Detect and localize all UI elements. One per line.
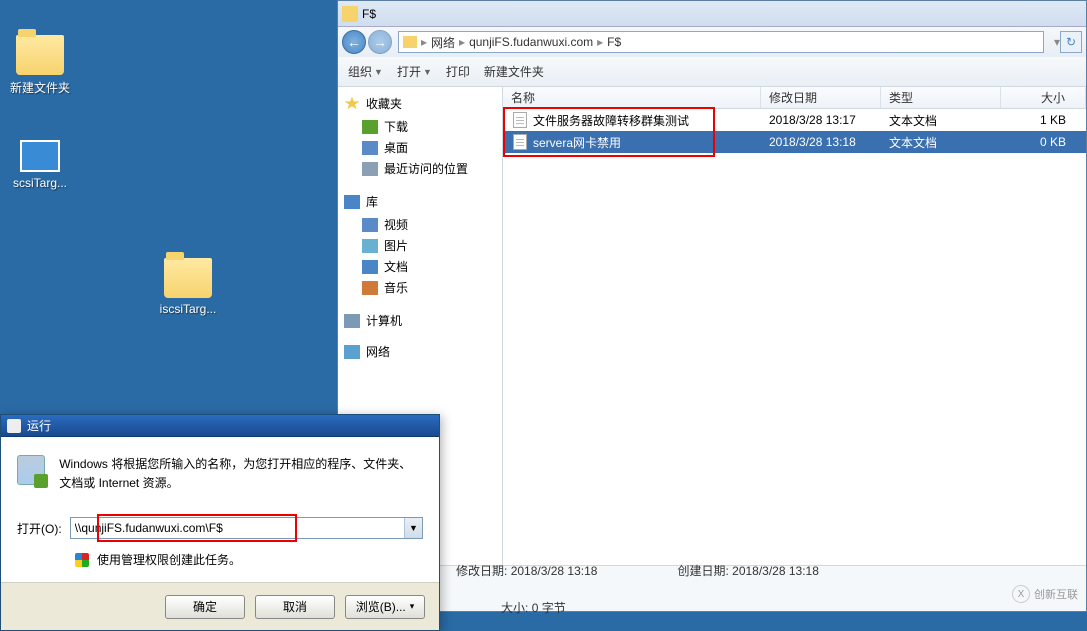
run-title-text: 运行 — [27, 417, 51, 434]
column-type[interactable]: 类型 — [881, 87, 1001, 108]
file-size: 1 KB — [1001, 113, 1086, 127]
sidebar-network[interactable]: 网络 — [344, 343, 496, 360]
content-area: 收藏夹 下载 桌面 最近访问的位置 库 视频 图片 文档 音乐 计算机 网络 名… — [338, 87, 1086, 565]
titlebar[interactable]: F$ — [338, 1, 1086, 27]
file-name: 文件服务器故障转移群集测试 — [533, 112, 689, 129]
file-date: 2018/3/28 13:18 — [761, 135, 881, 149]
caret-icon: ▾ — [410, 601, 415, 612]
browse-button[interactable]: 浏览(B)...▾ — [345, 595, 425, 619]
status-bar: servera网卡禁用 修改日期: 2018/3/28 13:18 创建日期: … — [338, 565, 1086, 611]
file-type: 文本文档 — [881, 112, 1001, 129]
icon-label: iscsiTarg... — [148, 302, 228, 316]
dropdown-button[interactable]: ▼ — [404, 518, 422, 538]
desktop-icon-newfolder[interactable]: 新建文件夹 — [0, 35, 80, 96]
run-open-row: 打开(O): ▼ — [17, 517, 423, 539]
run-body: Windows 将根据您所输入的名称，为您打开相应的程序、文件夹、文档或 Int… — [1, 437, 439, 582]
sidebar-libraries[interactable]: 库 — [344, 193, 496, 210]
open-label: 打开(O): — [17, 520, 62, 537]
open-combobox[interactable]: ▼ — [70, 517, 423, 539]
music-icon — [362, 281, 378, 295]
run-footer: 确定 取消 浏览(B)...▾ — [1, 582, 439, 630]
run-app-icon — [17, 455, 45, 485]
sidebar-item-pictures[interactable]: 图片 — [344, 235, 496, 256]
download-icon — [362, 120, 378, 134]
run-titlebar[interactable]: 运行 — [1, 415, 439, 437]
chevron-left-icon: ← — [347, 34, 361, 50]
column-size[interactable]: 大小 — [1001, 87, 1086, 108]
video-icon — [362, 218, 378, 232]
sidebar-favorites[interactable]: 收藏夹 — [344, 95, 496, 112]
toolbar-print[interactable]: 打印 — [446, 63, 470, 80]
file-area: 名称 修改日期 类型 大小 文件服务器故障转移群集测试 2018/3/28 13… — [503, 87, 1086, 565]
run-admin-note: 使用管理权限创建此任务。 — [17, 551, 423, 568]
icon-label: scsiTarg... — [0, 176, 80, 190]
sidebar-computer[interactable]: 计算机 — [344, 312, 496, 329]
computer-icon — [344, 314, 360, 328]
run-dialog: 运行 Windows 将根据您所输入的名称，为您打开相应的程序、文件夹、文档或 … — [0, 414, 440, 631]
file-size: 0 KB — [1001, 135, 1086, 149]
network-icon — [344, 345, 360, 359]
sidebar-item-downloads[interactable]: 下载 — [344, 116, 496, 137]
sidebar-item-music[interactable]: 音乐 — [344, 277, 496, 298]
caret-icon: ▼ — [423, 67, 432, 77]
watermark-logo-icon: X — [1012, 585, 1030, 603]
crumb-host[interactable]: qunjiFS.fudanwuxi.com — [469, 35, 593, 49]
column-name[interactable]: 名称 — [503, 87, 761, 108]
folder-icon — [16, 35, 64, 75]
column-date[interactable]: 修改日期 — [761, 87, 881, 108]
library-icon — [344, 195, 360, 209]
chevron-right-icon: → — [373, 34, 387, 50]
forward-button[interactable]: → — [368, 30, 392, 54]
crumb-share[interactable]: F$ — [607, 35, 621, 49]
desktop-icon-scsi[interactable]: scsiTarg... — [0, 140, 80, 190]
toolbar-open[interactable]: 打开▼ — [397, 63, 432, 80]
folder-icon — [164, 258, 212, 298]
sidebar-item-recent[interactable]: 最近访问的位置 — [344, 158, 496, 179]
sidebar-item-videos[interactable]: 视频 — [344, 214, 496, 235]
document-icon — [362, 260, 378, 274]
thumb-icon — [20, 140, 60, 172]
desktop-icon — [362, 141, 378, 155]
toolbar: 组织▼ 打开▼ 打印 新建文件夹 — [338, 57, 1086, 87]
text-file-icon — [513, 134, 527, 150]
folder-icon — [342, 6, 358, 22]
sidebar-item-documents[interactable]: 文档 — [344, 256, 496, 277]
picture-icon — [362, 239, 378, 253]
ok-button[interactable]: 确定 — [165, 595, 245, 619]
watermark: X 创新互联 — [1012, 585, 1078, 603]
recent-icon — [362, 162, 378, 176]
sidebar-item-desktop[interactable]: 桌面 — [344, 137, 496, 158]
folder-icon — [403, 36, 417, 48]
refresh-button[interactable]: ↻ — [1060, 31, 1082, 53]
column-header: 名称 修改日期 类型 大小 — [503, 87, 1086, 109]
text-file-icon — [513, 112, 527, 128]
shield-icon — [75, 553, 89, 567]
desktop-icon-iscsi[interactable]: iscsiTarg... — [148, 258, 228, 316]
icon-label: 新建文件夹 — [0, 79, 80, 96]
separator: ▸ — [459, 35, 465, 49]
crumb-network[interactable]: 网络 — [431, 34, 455, 51]
run-icon — [7, 419, 21, 433]
file-name: servera网卡禁用 — [533, 134, 621, 151]
run-description: Windows 将根据您所输入的名称，为您打开相应的程序、文件夹、文档或 Int… — [59, 455, 423, 493]
toolbar-organize[interactable]: 组织▼ — [348, 63, 383, 80]
nav-bar: ← → ▸ 网络 ▸ qunjiFS.fudanwuxi.com ▸ F$ ▾ … — [338, 27, 1086, 57]
star-icon — [344, 97, 360, 111]
toolbar-newfolder[interactable]: 新建文件夹 — [484, 63, 544, 80]
file-row[interactable]: 文件服务器故障转移群集测试 2018/3/28 13:17 文本文档 1 KB — [503, 109, 1086, 131]
explorer-window: F$ ← → ▸ 网络 ▸ qunjiFS.fudanwuxi.com ▸ F$… — [337, 0, 1087, 612]
file-row[interactable]: servera网卡禁用 2018/3/28 13:18 文本文档 0 KB — [503, 131, 1086, 153]
file-date: 2018/3/28 13:17 — [761, 113, 881, 127]
window-title: F$ — [362, 7, 376, 21]
separator: ▸ — [597, 35, 603, 49]
address-bar[interactable]: ▸ 网络 ▸ qunjiFS.fudanwuxi.com ▸ F$ — [398, 31, 1044, 53]
open-input[interactable] — [71, 518, 404, 538]
file-type: 文本文档 — [881, 134, 1001, 151]
file-rows: 文件服务器故障转移群集测试 2018/3/28 13:17 文本文档 1 KB … — [503, 109, 1086, 153]
separator: ▸ — [421, 35, 427, 49]
cancel-button[interactable]: 取消 — [255, 595, 335, 619]
caret-icon: ▼ — [374, 67, 383, 77]
back-button[interactable]: ← — [342, 30, 366, 54]
